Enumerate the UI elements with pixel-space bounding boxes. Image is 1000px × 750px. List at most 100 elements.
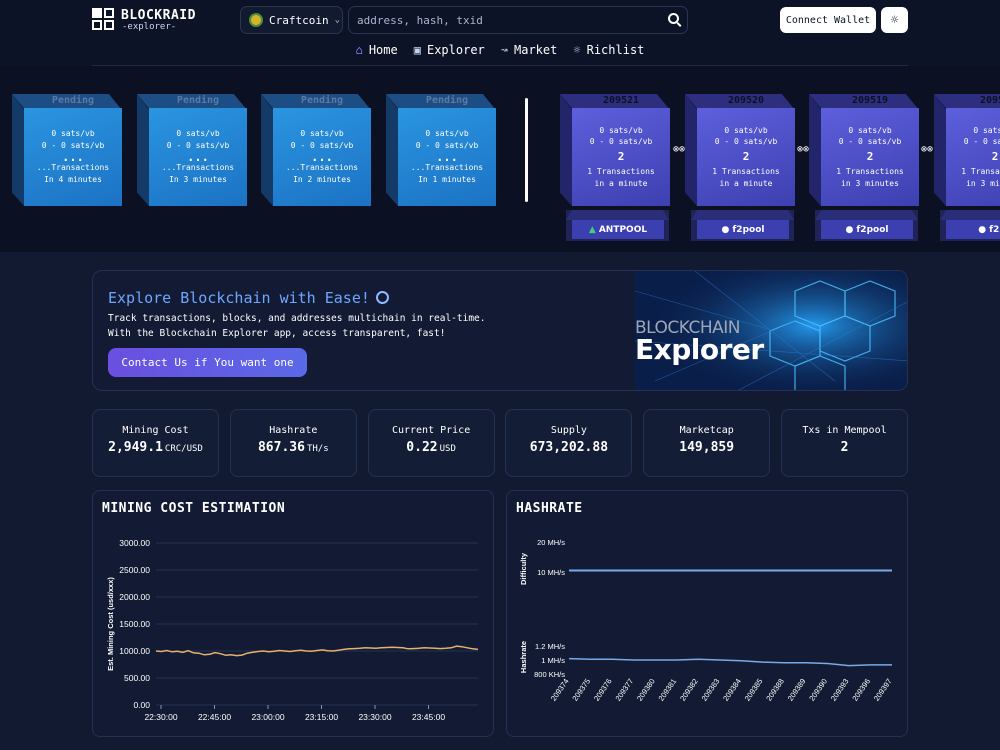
block-tx-label: ...Transactions: [36, 163, 110, 173]
block-title: Pending: [425, 95, 469, 106]
chain-link-icon: ⊗⊗: [797, 144, 810, 155]
pool-badge[interactable]: ● f2pool: [691, 210, 794, 241]
x-tick-label: 22:30:00: [144, 712, 177, 722]
search-icon[interactable]: [668, 13, 679, 24]
block-tx-label: 1 Transactions: [961, 166, 1000, 176]
block-tx-label: ...Transactions: [161, 163, 235, 173]
block-height: 209521: [602, 95, 640, 106]
antpool-icon: ▲: [588, 224, 596, 235]
pool-badge[interactable]: ● f2pool: [815, 210, 918, 241]
block-title: Pending: [176, 95, 220, 106]
pool-badge[interactable]: ▲ ANTPOOL: [566, 210, 669, 241]
mined-block[interactable]: 209521 0 sats/vb 0 - 0 sats/vb 2 1 Trans…: [560, 94, 670, 207]
search-box[interactable]: [348, 6, 688, 34]
mined-block[interactable]: 20951 0 sats/vb 0 - 0 sats/vb 2 1 Transa…: [934, 94, 1000, 207]
x-tick-label: 23:00:00: [251, 712, 284, 722]
stat-label: Marketcap: [679, 425, 734, 436]
block-fee-range: 0 - 0 sats/vb: [838, 137, 902, 147]
x-tick-label: 22:45:00: [198, 712, 231, 722]
logo[interactable]: BLOCKRAID -explorer-: [92, 8, 196, 32]
stat-value: 673,202.88: [529, 440, 609, 455]
y-tick-label: 1000.00: [119, 646, 150, 656]
pool-badge[interactable]: ●f2p: [940, 210, 1000, 241]
contact-us-button[interactable]: Contact Us if You want one: [108, 348, 307, 377]
connect-wallet-button[interactable]: Connect Wallet: [780, 7, 876, 33]
block-fee: 0 sats/vb: [973, 125, 1000, 135]
hero-image-caption-bottom: Explorer: [635, 333, 764, 366]
block-tx-count: 2: [866, 150, 874, 164]
block-time: in a minute: [719, 178, 773, 188]
nav-label: Market: [514, 43, 558, 57]
home-icon: ⌂: [355, 43, 363, 57]
block-tx-label: ...Transactions: [285, 163, 359, 173]
mined-block[interactable]: 209520 0 sats/vb 0 - 0 sats/vb 2 1 Trans…: [685, 94, 795, 207]
block-fee: 0 sats/vb: [176, 129, 220, 139]
y-tick-label: 3000.00: [119, 538, 150, 548]
stat-label: Current Price: [391, 425, 471, 436]
nav-item-explorer[interactable]: ▣ Explorer: [414, 43, 485, 57]
stat-label: Hashrate: [269, 425, 318, 436]
chevron-down-icon: ⌄: [334, 15, 341, 25]
block-time: In 2 minutes: [293, 174, 351, 184]
block-time: in a minute: [594, 178, 648, 188]
pending-block[interactable]: Pending 0 sats/vb 0 - 0 sats/vb ... ...T…: [137, 94, 247, 207]
x-tick-label: 209397: [872, 677, 894, 703]
hashrate-chart[interactable]: 20 MH/s 10 MH/s Difficulty 1.2 MH/s 1 MH/s 80…: [507, 491, 909, 738]
logo-icon: [92, 8, 116, 32]
pool-name: f2pool: [856, 224, 889, 235]
block-tx-label: 1 Transactions: [836, 166, 904, 176]
stat-label: Supply: [550, 425, 587, 436]
x-tick-label: 209388: [764, 677, 786, 703]
nav-item-home[interactable]: ⌂ Home: [356, 43, 398, 57]
nav-item-market[interactable]: ↝ Market: [501, 43, 558, 57]
search-input[interactable]: [349, 7, 649, 33]
block-fee-range: 0 - 0 sats/vb: [963, 137, 1000, 147]
block-fee: 0 sats/vb: [425, 129, 469, 139]
block-title: Pending: [300, 95, 344, 106]
mining-cost-panel: MINING COST ESTIMATION 3000.00 2500.00 200…: [92, 490, 494, 737]
block-fee-range: 0 - 0 sats/vb: [589, 137, 653, 147]
y-tick-label: 2500.00: [119, 565, 150, 575]
nav-label: Explorer: [426, 43, 485, 57]
stat-unit: USD: [439, 444, 456, 454]
block-height: 20951: [979, 95, 1000, 106]
x-tick-label: 209383: [700, 677, 722, 703]
hero-title: Explore Blockchain with Ease!: [108, 289, 389, 307]
block-height: 209520: [727, 95, 765, 106]
stat-card-hashrate: Hashrate 867.36 TH/s: [229, 409, 357, 477]
hero-description: Track transactions, blocks, and addresse…: [108, 313, 486, 340]
stats-row: Mining Cost 2,949.1 CRC/USD Hashrate 867.…: [92, 409, 908, 477]
x-tick-label: 209374: [549, 677, 571, 703]
magnifier-icon: [375, 291, 389, 304]
stat-unit: TH/s: [306, 444, 329, 454]
y-tick-label: 1.2 MH/s: [535, 642, 565, 651]
block-fee: 0 sats/vb: [51, 129, 95, 139]
pool-name: f2p: [989, 224, 1000, 235]
x-tick-label: 209393: [829, 677, 851, 703]
nav-item-richlist[interactable]: ☼ Richlist: [573, 43, 644, 57]
block-title: Pending: [51, 95, 95, 106]
x-tick-label: 209385: [743, 677, 765, 703]
stat-label: Txs in Mempool: [802, 425, 887, 436]
x-tick-label: 209396: [850, 677, 872, 703]
pending-block[interactable]: Pending 0 sats/vb 0 - 0 sats/vb ... ...T…: [386, 94, 496, 207]
theme-toggle-button[interactable]: ☼: [881, 7, 908, 33]
sun-icon: ☼: [890, 12, 899, 28]
explorer-icon: ▣: [413, 43, 421, 57]
pending-block[interactable]: Pending 0 sats/vb 0 - 0 sats/vb ... ...T…: [261, 94, 371, 207]
mining-cost-chart[interactable]: 3000.00 2500.00 2000.00 1500.00 1000.00 500.0…: [93, 491, 495, 738]
chain-link-icon: ⊗⊗: [921, 144, 934, 155]
coin-select[interactable]: Craftcoin ⌄: [240, 6, 343, 34]
pool-name: f2pool: [732, 224, 765, 235]
block-time: In 4 minutes: [44, 174, 102, 184]
stat-card-marketcap: Marketcap 149,859: [643, 409, 771, 477]
x-tick-label: 209380: [635, 677, 657, 703]
pending-block[interactable]: Pending 0 sats/vb 0 - 0 sats/vb ... ...T…: [12, 94, 122, 207]
block-fee: 0 sats/vb: [300, 129, 344, 139]
block-height: 209519: [851, 95, 889, 106]
chart-icon: ↝: [500, 43, 508, 57]
stat-value: 2: [840, 440, 849, 455]
x-tick-label: 209382: [678, 677, 700, 703]
mined-block[interactable]: 209519 0 sats/vb 0 - 0 sats/vb 2 1 Trans…: [809, 94, 919, 207]
x-tick-label: 209375: [570, 677, 592, 703]
